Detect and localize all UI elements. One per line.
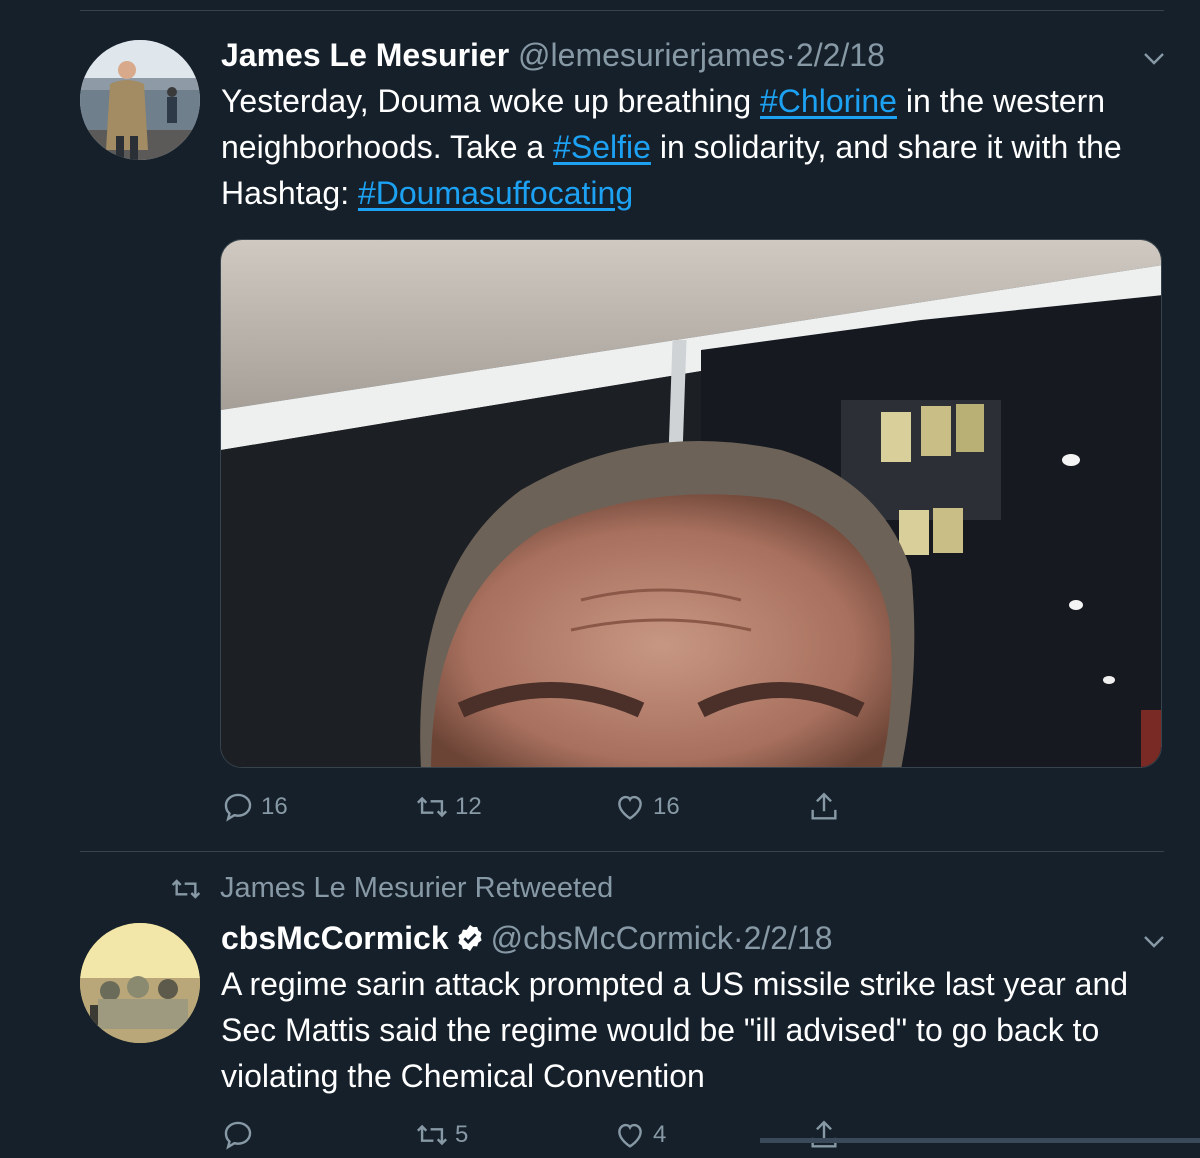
reply-button[interactable]	[221, 1118, 261, 1152]
reply-icon	[224, 1121, 252, 1150]
retweet-icon	[416, 1124, 448, 1146]
tweet-text: A regime sarin attack prompted a US miss…	[221, 966, 1129, 1094]
chevron-down-icon[interactable]	[1142, 929, 1166, 953]
tweet-header: cbsMcCormick @cbsMcCormick·2/2/18	[221, 918, 833, 958]
retweet-button[interactable]: 5	[415, 1118, 468, 1152]
like-button[interactable]: 4	[613, 1118, 666, 1152]
avatar[interactable]	[80, 923, 200, 1043]
share-button[interactable]	[807, 1118, 847, 1152]
tweet-2[interactable]: cbsMcCormick @cbsMcCormick·2/2/18 A regim…	[0, 0, 1200, 1154]
retweet-count: 5	[455, 1121, 469, 1148]
like-count: 4	[653, 1121, 667, 1148]
separator: ·	[732, 920, 744, 956]
author-handle[interactable]: @cbsMcCormick	[491, 920, 733, 956]
verified-badge-icon	[458, 924, 482, 952]
tweet-date[interactable]: 2/2/18	[744, 920, 833, 956]
home-indicator	[760, 1138, 1200, 1143]
author-name[interactable]: cbsMcCormick	[221, 920, 449, 956]
like-icon	[618, 1123, 642, 1148]
share-icon	[811, 1120, 837, 1148]
